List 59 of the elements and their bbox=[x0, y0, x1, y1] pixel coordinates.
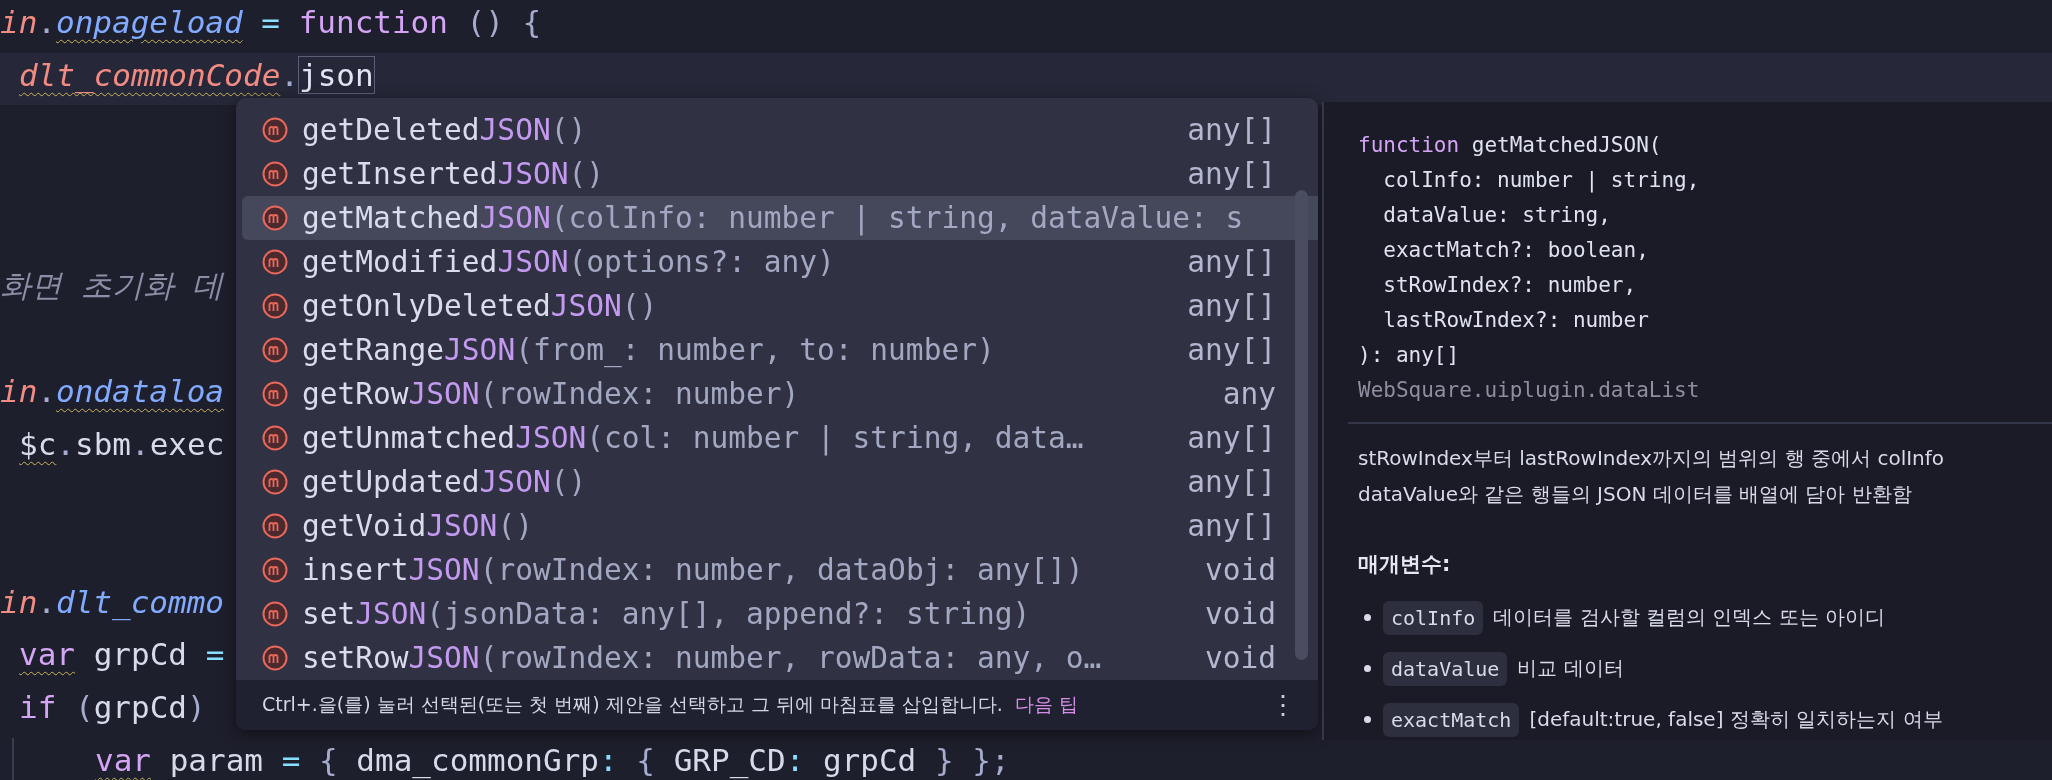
code-line: in.dlt_commo bbox=[0, 582, 224, 623]
signature-line: dataValue: string, bbox=[1382, 202, 1612, 229]
signature-line: exactMatch?: boolean, bbox=[1382, 237, 1650, 264]
completion-item[interactable]: getRangeJSON(from_: number, to: number) any[] bbox=[242, 328, 1318, 372]
code-line: var grpCd = bbox=[19, 635, 225, 675]
completion-item[interactable]: getMatchedJSON(colInfo: number | string, dataValue: s bbox=[242, 196, 1318, 240]
parameter-description: 데이터를 검사할 컬럼의 인덱스 또는 아이디 bbox=[1493, 604, 1886, 631]
completion-item[interactable]: setRowJSON(rowIndex: number, rowData: any, o… void bbox=[242, 636, 1318, 680]
method-icon bbox=[262, 117, 288, 143]
tip-text: Ctrl+.을(를) 눌러 선택된(또는 첫 번째) 제안을 선택하고 그 뒤에 마침표를 삽입합니다. bbox=[262, 692, 1003, 717]
bullet-icon bbox=[1364, 614, 1371, 621]
signature-line: stRowIndex?: number, bbox=[1382, 272, 1638, 299]
completion-item[interactable]: insertJSON(rowIndex: number, dataObj: any[]) void bbox=[242, 548, 1318, 592]
parameter-description: 비교 데이터 bbox=[1517, 655, 1624, 682]
method-icon bbox=[262, 161, 288, 187]
more-options-button[interactable]: ⋮ bbox=[1266, 689, 1300, 721]
completion-item[interactable]: setJSON(jsonData: any[], append?: string) void bbox=[242, 592, 1318, 636]
code-line: in.onpageload = function () { bbox=[0, 3, 542, 42]
code-line: if (grpCd) bbox=[19, 687, 206, 727]
signature-line: function getMatchedJSON( bbox=[1358, 132, 1663, 159]
source-module: WebSquare.uiplugin.dataList bbox=[1358, 377, 1701, 404]
method-icon bbox=[262, 601, 288, 627]
parameter-name: exactMatch bbox=[1383, 702, 1520, 737]
scrollbar[interactable] bbox=[1295, 190, 1308, 660]
method-icon bbox=[262, 337, 288, 363]
method-icon bbox=[262, 249, 288, 275]
method-icon bbox=[262, 293, 288, 319]
method-icon bbox=[262, 557, 288, 583]
method-icon bbox=[262, 513, 288, 539]
completion-item[interactable]: getUnmatchedJSON(col: number | string, data… any[] bbox=[242, 416, 1318, 460]
completion-item[interactable]: getInsertedJSON() any[] bbox=[242, 152, 1318, 196]
code-line: $c.sbm.exec bbox=[19, 424, 225, 464]
description-text: dataValue와 같은 행들의 JSON 데이터를 배열에 담아 반환함 bbox=[1358, 481, 1913, 508]
next-tip-link[interactable]: 다음 팁 bbox=[1014, 692, 1078, 718]
code-line: in.ondataloa bbox=[0, 371, 224, 411]
bullet-icon bbox=[1364, 665, 1371, 672]
code-comment: 화면 초기화 데 bbox=[0, 266, 224, 306]
completion-item[interactable]: getModifiedJSON(options?: any) any[] bbox=[242, 240, 1318, 284]
method-icon bbox=[262, 425, 288, 451]
completion-item[interactable]: getRowJSON(rowIndex: number) any bbox=[242, 372, 1318, 416]
description-text: stRowIndex부터 lastRowIndex까지의 범위의 행 중에서 colInfo bbox=[1358, 445, 1946, 472]
code-line: var param = { dma_commonGrp: { GRP_CD: grpCd } }; bbox=[95, 740, 1010, 780]
method-icon bbox=[262, 381, 288, 407]
code-line: dlt_commonCode.json bbox=[19, 55, 374, 96]
parameter-description: [default:true, false] 정확히 일치하는지 여부 bbox=[1529, 706, 1943, 733]
signature-line: colInfo: number | string, bbox=[1382, 167, 1701, 195]
parameters-heading: 매개변수: bbox=[1358, 551, 1452, 578]
method-icon bbox=[262, 645, 288, 671]
bullet-icon bbox=[1364, 716, 1371, 723]
method-icon bbox=[262, 469, 288, 495]
completion-item[interactable]: getVoidJSON() any[] bbox=[242, 504, 1318, 548]
method-icon bbox=[262, 205, 288, 231]
parameter-name: colInfo bbox=[1383, 600, 1484, 635]
completion-item[interactable]: getOnlyDeletedJSON() any[] bbox=[242, 284, 1318, 328]
parameter-name: dataValue bbox=[1383, 651, 1508, 686]
completion-item[interactable]: getDeletedJSON() any[] bbox=[242, 108, 1318, 152]
signature-line: lastRowIndex?: number bbox=[1382, 307, 1650, 334]
completion-item[interactable]: getUpdatedJSON() any[] bbox=[242, 460, 1318, 504]
signature-line: ): any[] bbox=[1358, 342, 1461, 369]
